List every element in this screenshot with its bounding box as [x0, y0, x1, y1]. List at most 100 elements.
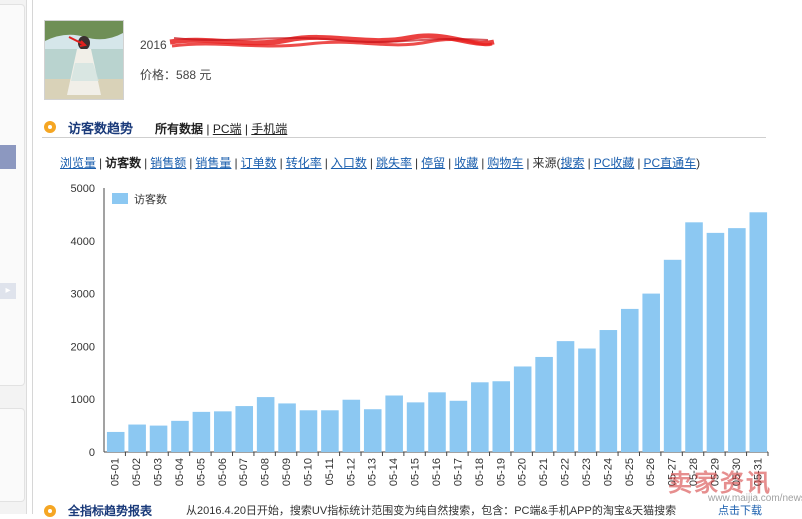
- x-tick-label: 05-22: [560, 458, 572, 486]
- bar: [299, 410, 318, 452]
- source-label: 来源(: [532, 156, 561, 170]
- y-tick-label: 5000: [71, 183, 95, 195]
- visitor-trend-chart: 0 1000 2000 3000 4000 5000 05-01 05-02 05-03 05-0…: [71, 183, 769, 486]
- bar: [192, 411, 211, 452]
- metric-conversion[interactable]: 转化率: [286, 156, 322, 170]
- download-link[interactable]: 点击下载: [718, 502, 762, 518]
- bar: [278, 403, 296, 452]
- tab-mobile[interactable]: 手机端: [251, 122, 287, 136]
- x-tick-label: 05-11: [324, 458, 336, 485]
- x-tick-label: 05-16: [431, 458, 443, 486]
- metric-entries[interactable]: 入口数: [331, 156, 367, 170]
- metric-visitors[interactable]: 访客数: [105, 156, 141, 170]
- metric-stay[interactable]: 停留: [421, 156, 445, 170]
- bar: [599, 330, 618, 452]
- bar: [749, 212, 768, 452]
- metric-orders[interactable]: 订单数: [241, 156, 277, 170]
- bar: [706, 232, 725, 452]
- metric-cart[interactable]: 购物车: [487, 156, 523, 170]
- x-tick-label: 05-03: [153, 458, 165, 486]
- redaction-scribble: [169, 33, 495, 48]
- section-title: 访客数趋势: [68, 121, 134, 136]
- x-tick-label: 05-06: [217, 458, 229, 486]
- bar: [385, 395, 403, 452]
- product-thumbnail[interactable]: [44, 20, 124, 100]
- watermark: 卖家资讯 www.maijia.com/news: [668, 463, 802, 504]
- section-divider: [42, 137, 766, 138]
- bar: [149, 425, 168, 452]
- bar: [235, 406, 254, 452]
- bar: [728, 228, 746, 452]
- bar: [535, 356, 553, 452]
- x-tick-label: 05-05: [195, 458, 207, 486]
- x-tick-label: 05-12: [345, 458, 357, 486]
- bar: [406, 402, 425, 452]
- x-tick-label: 05-24: [602, 458, 614, 486]
- tab-all-data[interactable]: 所有数据: [155, 122, 203, 136]
- bar: [342, 399, 361, 452]
- sidebar-expand-icon[interactable]: ▸: [0, 283, 16, 299]
- product-price: 价格：588 元: [140, 66, 211, 83]
- bar: [513, 366, 532, 452]
- product-title[interactable]: 2016: [140, 38, 167, 52]
- metric-bounce[interactable]: 跳失率: [376, 156, 412, 170]
- metric-pageviews[interactable]: 浏览量: [60, 156, 96, 170]
- bar: [128, 424, 146, 452]
- price-value: 588 元: [176, 68, 212, 82]
- metric-sales-volume[interactable]: 销售量: [195, 156, 231, 170]
- watermark-site: www.maijia.com/news: [708, 493, 802, 504]
- bar: [256, 397, 275, 452]
- section-bullet-icon: [44, 121, 56, 133]
- x-tick-label: 05-15: [410, 458, 422, 486]
- y-tick-label: 1000: [71, 394, 95, 406]
- source-pc-favorites[interactable]: PC收藏: [594, 156, 635, 170]
- bar: [171, 420, 189, 452]
- x-tick-label: 05-19: [495, 458, 507, 486]
- sidebar-selected-indicator[interactable]: [0, 145, 16, 169]
- x-tick-label: 05-13: [367, 458, 379, 486]
- x-tick-label: 05-07: [238, 458, 250, 486]
- x-tick-label: 05-18: [474, 458, 486, 486]
- bar: [620, 308, 639, 452]
- bottom-bullet-icon: [44, 505, 56, 517]
- bar: [492, 381, 511, 452]
- x-tick-label: 05-09: [281, 458, 293, 486]
- bar: [642, 293, 660, 452]
- x-tick-label: 05-17: [452, 458, 464, 486]
- source-close: ): [696, 156, 701, 170]
- price-label: 价格：: [140, 68, 177, 82]
- sidebar-panel-lower: [0, 408, 25, 502]
- source-search[interactable]: 搜索: [561, 156, 585, 170]
- y-tick-label: 3000: [71, 289, 95, 301]
- legend-label: 访客数: [134, 192, 167, 206]
- tab-pc[interactable]: PC端: [213, 122, 242, 136]
- bar: [685, 222, 703, 452]
- y-tick-label: 2000: [71, 341, 95, 353]
- bar: [556, 341, 575, 452]
- x-tick-label: 05-26: [645, 458, 657, 486]
- bar: [214, 411, 232, 452]
- y-tick-label: 4000: [71, 236, 95, 248]
- x-tick-label: 05-10: [302, 458, 314, 486]
- bar: [428, 392, 446, 452]
- bottom-section-title: 全指标趋势报表: [68, 504, 153, 518]
- bar: [578, 348, 596, 452]
- bar: [449, 400, 468, 452]
- x-tick-label: 05-20: [517, 458, 529, 486]
- bottom-description: 从2016.4.20日开始，搜索UV指标统计范围变为纯自然搜索，包含：PC端&手…: [186, 505, 677, 517]
- bar: [363, 409, 382, 452]
- metric-favorites[interactable]: 收藏: [454, 156, 478, 170]
- bar: [471, 382, 489, 452]
- bar: [321, 410, 339, 452]
- source-pc-ztc[interactable]: PC直通车: [643, 156, 696, 170]
- section-tabs: 所有数据 | PC端 | 手机端: [155, 122, 288, 136]
- x-tick-label: 05-21: [538, 458, 550, 486]
- bar: [106, 431, 125, 452]
- x-tick-label: 05-25: [624, 458, 636, 486]
- x-tick-label: 05-14: [388, 458, 400, 486]
- x-tick-label: 05-02: [131, 458, 143, 486]
- x-tick-label: 05-04: [174, 458, 186, 486]
- left-sidebar: ▸: [0, 0, 27, 514]
- x-tick-label: 05-08: [260, 458, 272, 486]
- metric-sales-amount[interactable]: 销售额: [150, 156, 186, 170]
